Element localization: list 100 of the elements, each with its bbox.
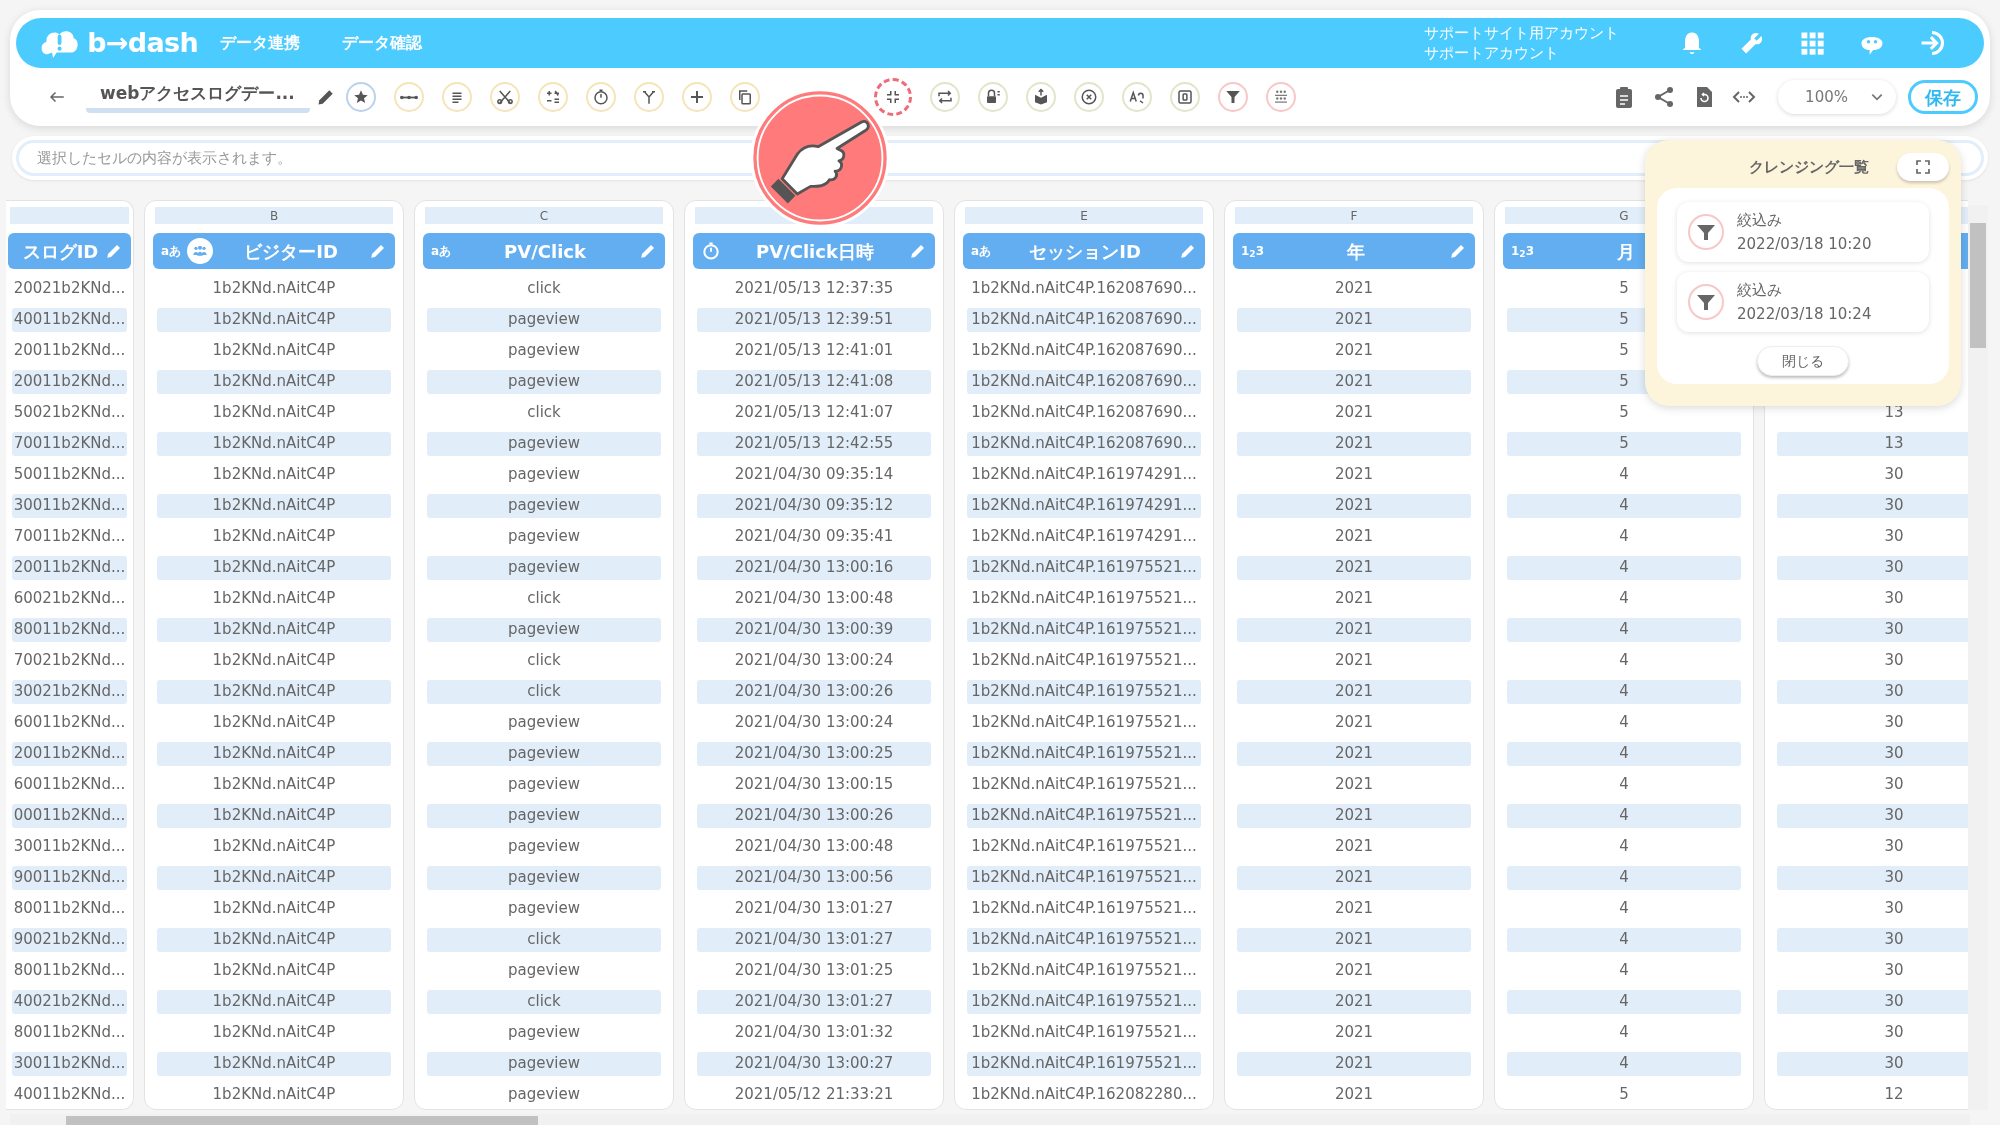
table-cell[interactable]: 4 bbox=[1507, 1051, 1741, 1076]
table-cell[interactable]: 4 bbox=[1507, 958, 1741, 983]
table-cell[interactable]: 1b2KNd.nAitC4P bbox=[157, 648, 391, 673]
table-cell[interactable]: 20021b2KNd... bbox=[12, 276, 127, 301]
table-cell[interactable]: 2021 bbox=[1237, 772, 1471, 797]
table-cell[interactable]: pageview bbox=[427, 338, 661, 363]
table-cell[interactable]: 1b2KNd.nAitC4P.161975521... bbox=[967, 989, 1201, 1014]
table-cell[interactable]: 2021 bbox=[1237, 741, 1471, 766]
table-cell[interactable]: 1b2KNd.nAitC4P.161975521... bbox=[967, 741, 1201, 766]
expand-button[interactable] bbox=[1897, 153, 1949, 181]
table-cell[interactable]: 30 bbox=[1777, 896, 1968, 921]
table-cell[interactable]: 30011b2KNd... bbox=[12, 493, 127, 518]
table-cell[interactable]: click bbox=[427, 648, 661, 673]
table-cell[interactable]: 4 bbox=[1507, 989, 1741, 1014]
table-cell[interactable]: 4 bbox=[1507, 555, 1741, 580]
table-cell[interactable]: 80011b2KNd... bbox=[12, 958, 127, 983]
table-cell[interactable]: 60011b2KNd... bbox=[12, 710, 127, 735]
table-cell[interactable]: 30 bbox=[1777, 741, 1968, 766]
table-cell[interactable]: 30 bbox=[1777, 1051, 1968, 1076]
table-cell[interactable]: 1b2KNd.nAitC4P.161975521... bbox=[967, 679, 1201, 704]
table-cell[interactable]: 4 bbox=[1507, 927, 1741, 952]
table-cell[interactable]: 1b2KNd.nAitC4P bbox=[157, 369, 391, 394]
tool-button[interactable] bbox=[1266, 82, 1296, 112]
table-cell[interactable]: 2021/04/30 13:01:27 bbox=[697, 927, 931, 952]
close-button[interactable]: 閉じる bbox=[1757, 346, 1849, 376]
table-cell[interactable]: 2021 bbox=[1237, 369, 1471, 394]
table-cell[interactable]: 1b2KNd.nAitC4P bbox=[157, 679, 391, 704]
table-cell[interactable]: 1b2KNd.nAitC4P bbox=[157, 958, 391, 983]
table-cell[interactable]: 4 bbox=[1507, 524, 1741, 549]
table-cell[interactable]: 1b2KNd.nAitC4P bbox=[157, 524, 391, 549]
table-cell[interactable]: 2021 bbox=[1237, 865, 1471, 890]
table-cell[interactable]: 5 bbox=[1507, 431, 1741, 456]
title-field[interactable]: webアクセスログデー... bbox=[86, 81, 310, 113]
table-cell[interactable]: 40011b2KNd... bbox=[12, 1082, 127, 1107]
table-cell[interactable]: 50021b2KNd... bbox=[12, 400, 127, 425]
table-cell[interactable]: 2021 bbox=[1237, 834, 1471, 859]
table-cell[interactable]: 1b2KNd.nAitC4P.161975521... bbox=[967, 555, 1201, 580]
table-cell[interactable]: 1b2KNd.nAitC4P.162087690... bbox=[967, 431, 1201, 456]
table-cell[interactable]: 2021/05/13 12:37:35 bbox=[697, 276, 931, 301]
table-cell[interactable]: 1b2KNd.nAitC4P.162087690... bbox=[967, 400, 1201, 425]
table-cell[interactable]: pageview bbox=[427, 1051, 661, 1076]
table-cell[interactable]: 2021/04/30 13:00:15 bbox=[697, 772, 931, 797]
table-cell[interactable]: 1b2KNd.nAitC4P bbox=[157, 1082, 391, 1107]
table-cell[interactable]: click bbox=[427, 276, 661, 301]
table-cell[interactable]: 90011b2KNd... bbox=[12, 865, 127, 890]
table-cell[interactable]: 2021/04/30 13:01:27 bbox=[697, 896, 931, 921]
table-cell[interactable]: 1b2KNd.nAitC4P.162087690... bbox=[967, 369, 1201, 394]
table-cell[interactable]: 2021/05/13 12:42:55 bbox=[697, 431, 931, 456]
table-cell[interactable]: 4 bbox=[1507, 741, 1741, 766]
table-cell[interactable]: pageview bbox=[427, 834, 661, 859]
table-cell[interactable]: 2021/04/30 13:01:25 bbox=[697, 958, 931, 983]
table-cell[interactable]: 2021 bbox=[1237, 1082, 1471, 1107]
table-cell[interactable]: 4 bbox=[1507, 710, 1741, 735]
table-cell[interactable]: 2021 bbox=[1237, 338, 1471, 363]
table-cell[interactable]: 1b2KNd.nAitC4P.161975521... bbox=[967, 834, 1201, 859]
table-cell[interactable]: 4 bbox=[1507, 462, 1741, 487]
table-cell[interactable]: 1b2KNd.nAitC4P.161975521... bbox=[967, 803, 1201, 828]
table-cell[interactable]: 1b2KNd.nAitC4P.161975521... bbox=[967, 927, 1201, 952]
table-cell[interactable]: 2021/04/30 13:00:27 bbox=[697, 1051, 931, 1076]
table-cell[interactable]: 2021/04/30 13:00:24 bbox=[697, 648, 931, 673]
table-cell[interactable]: 30 bbox=[1777, 586, 1968, 611]
cleansing-item[interactable]: 絞込み 2022/03/18 10:20 bbox=[1677, 202, 1929, 262]
table-cell[interactable]: 2021 bbox=[1237, 462, 1471, 487]
table-cell[interactable]: 1b2KNd.nAitC4P bbox=[157, 772, 391, 797]
table-cell[interactable]: 2021 bbox=[1237, 400, 1471, 425]
table-cell[interactable]: pageview bbox=[427, 1082, 661, 1107]
table-cell[interactable]: 1b2KNd.nAitC4P bbox=[157, 865, 391, 890]
table-cell[interactable]: click bbox=[427, 989, 661, 1014]
table-cell[interactable]: 20011b2KNd... bbox=[12, 741, 127, 766]
table-cell[interactable]: pageview bbox=[427, 462, 661, 487]
table-cell[interactable]: 30 bbox=[1777, 803, 1968, 828]
table-cell[interactable]: 1b2KNd.nAitC4P bbox=[157, 1020, 391, 1045]
table-cell[interactable]: 30011b2KNd... bbox=[12, 1051, 127, 1076]
table-cell[interactable]: 30 bbox=[1777, 989, 1968, 1014]
cleansing-item[interactable]: 絞込み 2022/03/18 10:24 bbox=[1677, 272, 1929, 332]
table-cell[interactable]: 2021 bbox=[1237, 555, 1471, 580]
table-cell[interactable]: pageview bbox=[427, 493, 661, 518]
table-cell[interactable]: 1b2KNd.nAitC4P bbox=[157, 896, 391, 921]
table-cell[interactable]: 2021 bbox=[1237, 586, 1471, 611]
table-cell[interactable]: 2021/05/13 12:39:51 bbox=[697, 307, 931, 332]
table-cell[interactable]: 4 bbox=[1507, 772, 1741, 797]
table-cell[interactable]: 1b2KNd.nAitC4P bbox=[157, 1051, 391, 1076]
table-cell[interactable]: 1b2KNd.nAitC4P bbox=[157, 741, 391, 766]
table-cell[interactable]: 4 bbox=[1507, 617, 1741, 642]
table-cell[interactable]: 30011b2KNd... bbox=[12, 834, 127, 859]
table-cell[interactable]: 1b2KNd.nAitC4P.161975521... bbox=[967, 896, 1201, 921]
table-cell[interactable]: 2021 bbox=[1237, 617, 1471, 642]
table-cell[interactable]: 1b2KNd.nAitC4P.161975521... bbox=[967, 586, 1201, 611]
table-cell[interactable]: 1b2KNd.nAitC4P bbox=[157, 493, 391, 518]
table-cell[interactable]: 5 bbox=[1507, 400, 1741, 425]
table-cell[interactable]: click bbox=[427, 679, 661, 704]
table-cell[interactable]: 4 bbox=[1507, 679, 1741, 704]
vertical-scrollbar[interactable] bbox=[1968, 205, 1988, 1110]
table-cell[interactable]: 2021 bbox=[1237, 1020, 1471, 1045]
table-cell[interactable]: 1b2KNd.nAitC4P.161975521... bbox=[967, 1051, 1201, 1076]
table-cell[interactable]: 30021b2KNd... bbox=[12, 679, 127, 704]
table-cell[interactable]: 1b2KNd.nAitC4P bbox=[157, 617, 391, 642]
table-cell[interactable]: 30 bbox=[1777, 710, 1968, 735]
table-cell[interactable]: 4 bbox=[1507, 648, 1741, 673]
table-cell[interactable]: 70011b2KNd... bbox=[12, 431, 127, 456]
